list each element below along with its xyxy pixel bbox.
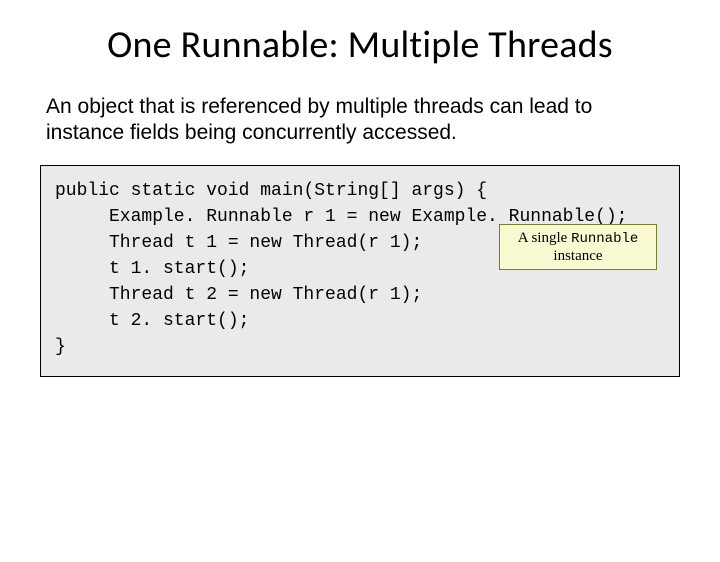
code-line: } (55, 337, 66, 357)
code-box: public static void main(String[] args) {… (40, 165, 680, 378)
callout-note: A single Runnable instance (499, 224, 657, 271)
code-line: t 2. start(); (55, 308, 665, 334)
code-line: public static void main(String[] args) { (55, 181, 487, 201)
callout-text-mono: Runnable (571, 231, 638, 247)
callout-text-pre: A single (518, 230, 571, 246)
slide: One Runnable: Multiple Threads An object… (0, 22, 720, 562)
callout-text-post: instance (553, 248, 602, 264)
slide-body-text: An object that is referenced by multiple… (46, 94, 674, 147)
code-line: Thread t 2 = new Thread(r 1); (55, 282, 665, 308)
slide-title: One Runnable: Multiple Threads (0, 22, 720, 68)
